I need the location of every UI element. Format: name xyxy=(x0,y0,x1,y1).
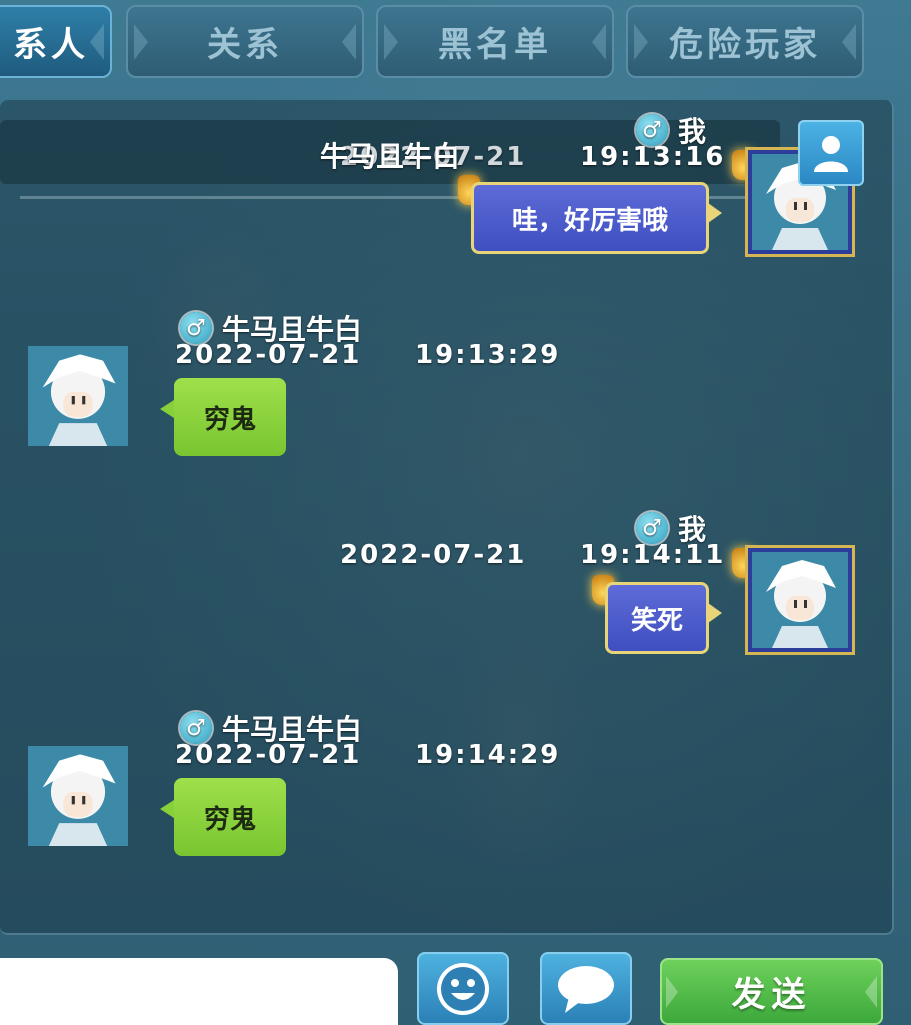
user-icon xyxy=(814,136,848,172)
message-time: 19:13:16 xyxy=(580,142,726,172)
message-date: 2022-07-21 xyxy=(175,740,362,770)
message-date: 2022-07-21 xyxy=(175,340,362,370)
message-time: 19:14:11 xyxy=(580,540,726,570)
tab-blacklist-label: 黑名单 xyxy=(438,25,552,65)
chevron-left-icon xyxy=(634,23,648,60)
message-time: 19:14:29 xyxy=(415,740,561,770)
message-text: 穷鬼 xyxy=(203,404,256,435)
smiley-icon xyxy=(437,962,489,1015)
chevron-right-icon xyxy=(592,23,606,60)
avatar xyxy=(752,552,848,648)
tab-dangerous-players[interactable]: 危险玩家 xyxy=(626,5,864,78)
chevron-right-icon xyxy=(90,23,104,60)
background-art xyxy=(420,360,620,560)
tab-relations[interactable]: 关系 xyxy=(126,5,364,78)
message-bubble-self[interactable]: 笑死 xyxy=(605,582,722,654)
chevron-left-icon xyxy=(134,23,148,60)
message-text: 穷鬼 xyxy=(203,804,256,835)
tab-blacklist[interactable]: 黑名单 xyxy=(376,5,614,78)
speech-bubble-icon xyxy=(558,965,614,1013)
chevron-right-icon xyxy=(842,23,856,60)
contact-avatar[interactable] xyxy=(28,346,128,446)
contact-profile-button[interactable] xyxy=(798,120,864,186)
quick-phrase-button[interactable] xyxy=(540,952,632,1025)
message-date: 2022-07-21 xyxy=(340,540,527,570)
chevron-left-icon xyxy=(384,23,398,60)
message-bubble-other[interactable]: 穷鬼 xyxy=(160,778,286,856)
message-text: 哇，好厉害哦 xyxy=(511,205,668,236)
message-input[interactable] xyxy=(0,958,398,1025)
self-avatar-frame[interactable] xyxy=(748,548,852,652)
chevron-right-icon xyxy=(342,23,356,60)
chat-contact-name: 牛马且牛白 xyxy=(320,140,461,173)
chevron-left-icon xyxy=(666,975,678,1008)
message-text: 笑死 xyxy=(630,605,683,636)
message-time: 19:13:29 xyxy=(415,340,561,370)
avatar xyxy=(28,746,128,846)
send-button[interactable]: 发送 xyxy=(660,958,883,1025)
contact-avatar[interactable] xyxy=(28,746,128,846)
tab-relations-label: 关系 xyxy=(207,25,283,65)
tab-contacts[interactable]: 系人 xyxy=(0,5,112,78)
emoji-button[interactable] xyxy=(417,952,509,1025)
tab-contacts-label: 系人 xyxy=(13,25,89,65)
message-bubble-other[interactable]: 穷鬼 xyxy=(160,378,286,456)
avatar xyxy=(28,346,128,446)
chevron-right-icon xyxy=(865,975,877,1008)
message-bubble-self[interactable]: 哇，好厉害哦 xyxy=(471,182,722,254)
send-button-label: 发送 xyxy=(731,975,812,1015)
tab-dangerous-players-label: 危险玩家 xyxy=(669,25,821,65)
